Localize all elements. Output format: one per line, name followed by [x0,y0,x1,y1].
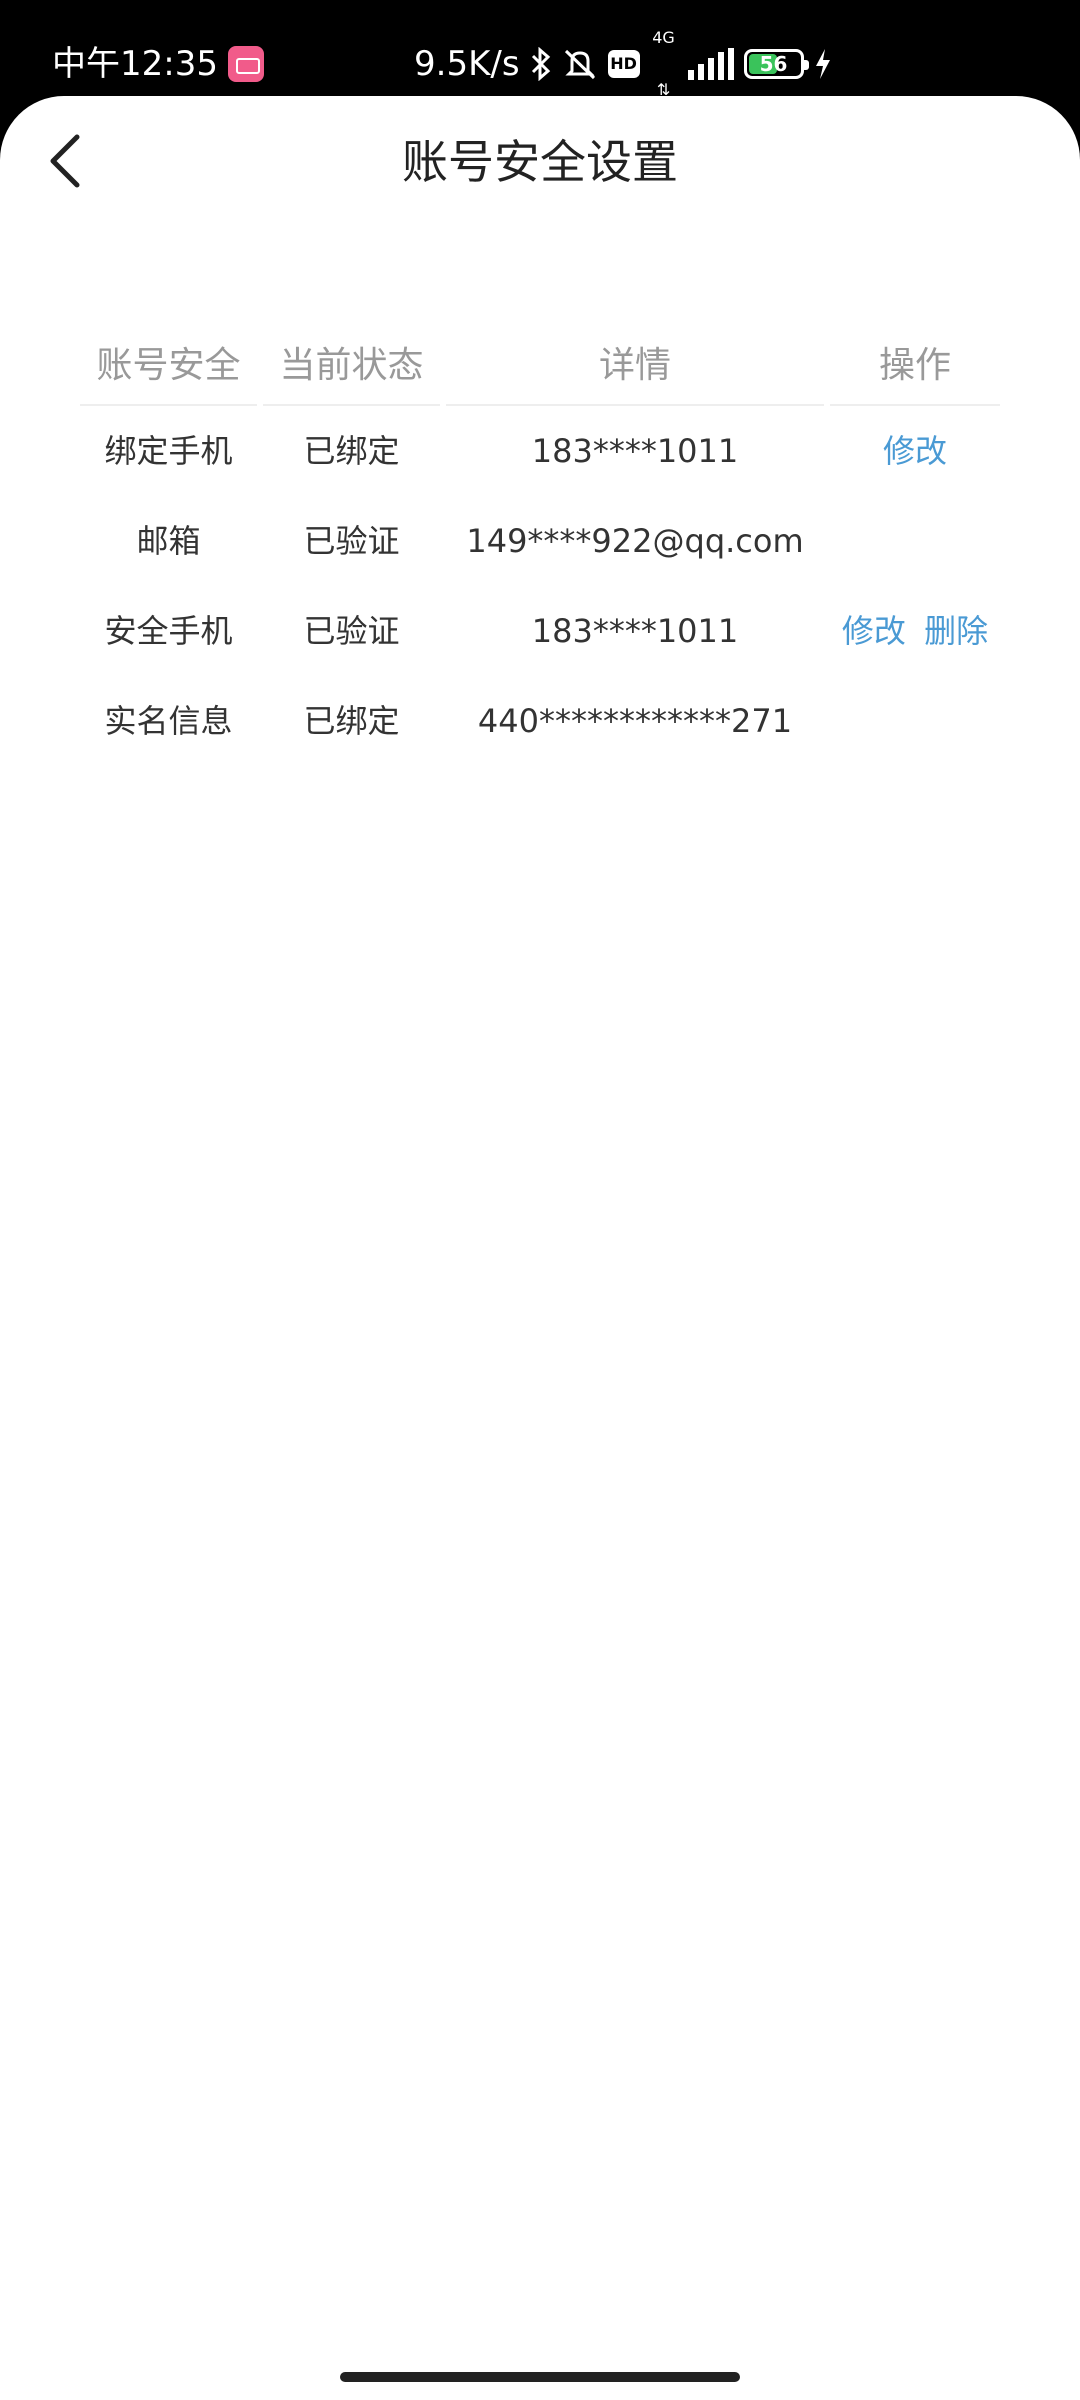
delete-security-phone-link[interactable]: 删除 [924,612,988,650]
signal-icon [687,48,734,80]
row-detail: 183****1011 [531,612,739,650]
network-type-icon: 4G ⇅ [650,28,678,99]
modify-phone-link[interactable]: 修改 [883,432,947,470]
bilibili-app-icon [227,46,264,82]
table-header: 账号安全 当前状态 详情 操作 [80,326,1000,406]
row-status: 已绑定 [303,432,400,470]
battery-level: 56 [759,52,788,76]
network-type-label: 4G [652,28,675,47]
row-detail: 149****922@qq.com [466,522,804,560]
status-time: 中午12:35 [52,44,218,84]
row-item: 实名信息 [104,702,233,740]
row-item: 邮箱 [136,522,201,560]
row-actions [830,496,1000,586]
row-actions: 修改 [830,406,1000,496]
table-row: 邮箱 已验证 149****922@qq.com [80,496,1000,586]
status-bar: 中午12:35 9.5K/s HD 4G ⇅ 56 [0,0,1080,99]
header-account-security: 账号安全 [80,326,257,406]
header-status: 当前状态 [263,326,440,406]
row-actions [830,676,1000,766]
status-right: 9.5K/s HD 4G ⇅ 56 [414,28,832,99]
charging-icon [814,48,832,80]
row-item: 安全手机 [104,612,233,650]
home-indicator[interactable] [340,2372,740,2382]
status-left: 中午12:35 [52,38,264,90]
table-row: 安全手机 已验证 183****1011 修改 删除 [80,586,1000,676]
header-detail: 详情 [446,326,824,406]
mute-bell-icon [562,47,598,81]
header: 账号安全设置 [0,96,1080,236]
network-speed: 9.5K/s [414,44,520,84]
row-status: 已绑定 [303,702,400,740]
screen: 中午12:35 9.5K/s HD 4G ⇅ 56 账号安全设置 账号安全 当前… [0,0,1080,2400]
bluetooth-icon [530,47,552,81]
row-status: 已验证 [303,522,400,560]
table-row: 实名信息 已绑定 440************271 [80,676,1000,766]
row-detail: 440************271 [477,702,793,740]
battery-icon: 56 [743,49,809,79]
page-title: 账号安全设置 [402,135,678,189]
modify-security-phone-link[interactable]: 修改 [842,612,906,650]
table-row: 绑定手机 已绑定 183****1011 修改 [80,406,1000,496]
row-status: 已验证 [303,612,400,650]
security-table: 账号安全 当前状态 详情 操作 绑定手机 已绑定 183****1011 修改 … [80,326,1000,766]
row-item: 绑定手机 [104,432,233,470]
header-actions: 操作 [830,326,1000,406]
row-actions: 修改 删除 [830,586,1000,676]
hd-icon: HD [607,50,640,78]
page-sheet: 账号安全设置 账号安全 当前状态 详情 操作 绑定手机 已绑定 183****1… [0,96,1080,2400]
row-detail: 183****1011 [531,432,739,470]
